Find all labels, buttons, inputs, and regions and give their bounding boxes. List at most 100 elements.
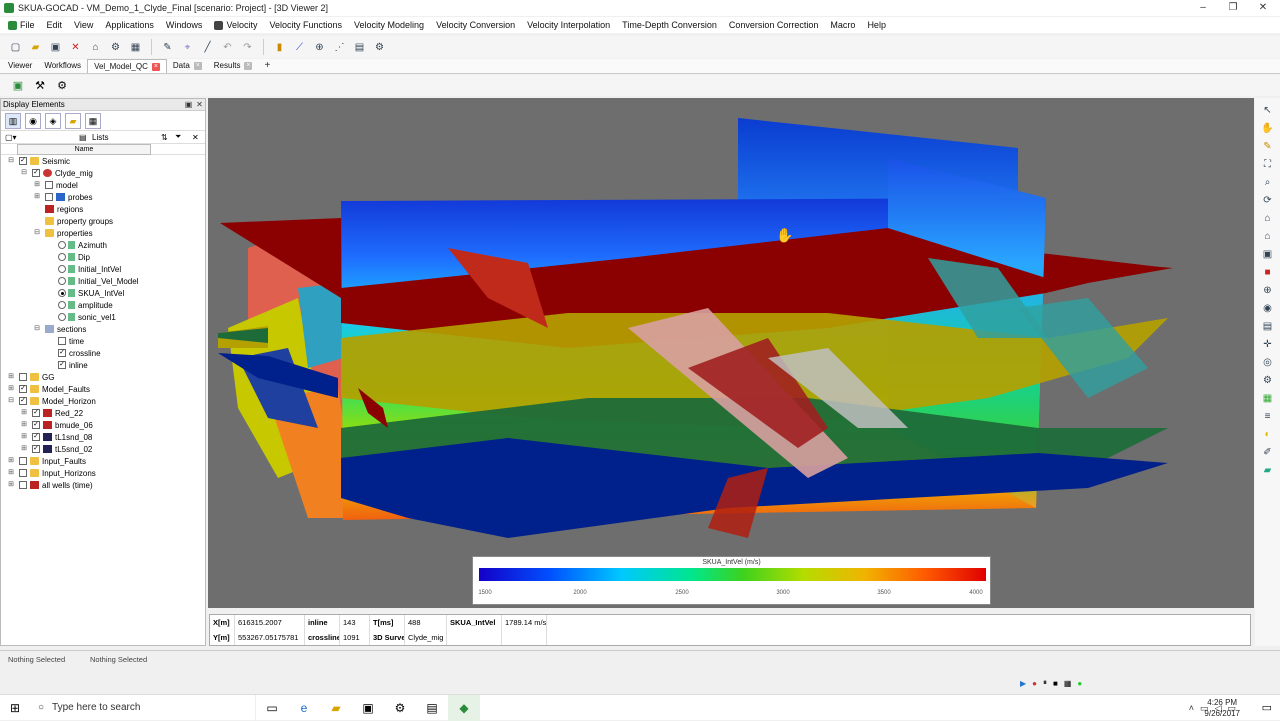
- menu-velocity-interpolation[interactable]: Velocity Interpolation: [521, 20, 616, 30]
- visibility-checkbox[interactable]: ✓: [58, 349, 66, 357]
- visibility-checkbox[interactable]: ✓: [58, 361, 66, 369]
- bucket-icon[interactable]: ▰: [1261, 464, 1275, 478]
- property-radio[interactable]: [58, 241, 66, 249]
- expand-toggle-icon[interactable]: ⊟: [33, 325, 41, 333]
- table-icon[interactable]: ▤: [352, 40, 367, 55]
- box-view-icon[interactable]: ▣: [1261, 248, 1275, 262]
- tree-item[interactable]: SKUA_IntVel: [46, 287, 124, 299]
- tree-item[interactable]: ⊟ ✓ Model_Horizon: [7, 395, 96, 407]
- tree-item[interactable]: ⊞ probes: [33, 191, 92, 203]
- tree-item[interactable]: ⊞ model: [33, 179, 78, 191]
- tree-item[interactable]: Azimuth: [46, 239, 107, 251]
- explorer-icon[interactable]: ▰: [320, 695, 352, 721]
- expand-toggle-icon[interactable]: ⊞: [33, 181, 41, 189]
- 3d-viewer[interactable]: ✋: [208, 98, 1254, 608]
- object-icon[interactable]: ◉: [25, 112, 41, 129]
- bar-chart-icon[interactable]: ▮: [272, 40, 287, 55]
- velocity-model-icon[interactable]: ⚙: [54, 78, 70, 94]
- top-view-icon[interactable]: ⌂: [1261, 230, 1275, 244]
- velocity-tool-icon[interactable]: ⚒: [32, 78, 48, 94]
- close-tab-icon[interactable]: ×: [244, 62, 253, 70]
- brush-icon[interactable]: ✐: [1261, 446, 1275, 460]
- home-view-icon[interactable]: ⌂: [1261, 212, 1275, 226]
- dropdown-icon[interactable]: ▢▾: [5, 133, 17, 142]
- expand-toggle-icon[interactable]: ⊟: [7, 157, 15, 165]
- compass-icon[interactable]: ⊕: [1261, 284, 1275, 298]
- tree-item[interactable]: ⊞ all wells (time): [7, 479, 93, 491]
- pick-icon[interactable]: ✎: [160, 40, 175, 55]
- expand-toggle-icon[interactable]: ⊞: [20, 421, 28, 429]
- tree-item[interactable]: Initial_IntVel: [46, 263, 121, 275]
- tree-item[interactable]: sonic_vel1: [46, 311, 116, 323]
- visibility-checkbox[interactable]: [45, 193, 53, 201]
- visibility-checkbox[interactable]: ✓: [32, 433, 40, 441]
- filter-view-icon[interactable]: ⚙: [1261, 374, 1275, 388]
- visibility-checkbox[interactable]: ✓: [19, 157, 27, 165]
- red-box-icon[interactable]: ■: [1261, 266, 1275, 280]
- tree-item[interactable]: ⊞ GG: [7, 371, 54, 383]
- expand-toggle-icon[interactable]: ⊞: [20, 433, 28, 441]
- name-column-header[interactable]: Name: [17, 144, 151, 155]
- tree-item[interactable]: Dip: [46, 251, 90, 263]
- line-chart-icon[interactable]: ⟋: [292, 40, 307, 55]
- start-button[interactable]: ⊞: [0, 701, 30, 715]
- ruler-icon[interactable]: ╱: [200, 40, 215, 55]
- property-radio[interactable]: [58, 253, 66, 261]
- expand-toggle-icon[interactable]: ⊟: [20, 169, 28, 177]
- menu-help[interactable]: Help: [861, 20, 892, 30]
- tree-item[interactable]: ⊟ sections: [33, 323, 86, 335]
- expand-toggle-icon[interactable]: ⊞: [7, 469, 15, 477]
- tree-item[interactable]: amplitude: [46, 299, 113, 311]
- menu-file[interactable]: File: [2, 20, 41, 30]
- menu-conversion-correction[interactable]: Conversion Correction: [723, 20, 825, 30]
- menu-velocity-functions[interactable]: Velocity Functions: [263, 20, 348, 30]
- property-radio[interactable]: [58, 289, 66, 297]
- close-tab-icon[interactable]: ×: [151, 62, 160, 71]
- app-icon-2[interactable]: ▤: [416, 695, 448, 721]
- pencil-icon[interactable]: ✎: [1261, 140, 1275, 154]
- tree-item[interactable]: ✓ crossline: [46, 347, 101, 359]
- seismic-3d-scene[interactable]: ✋: [208, 98, 1254, 608]
- edge-icon[interactable]: e: [288, 695, 320, 721]
- tree-item[interactable]: ⊞ ✓ Red_22: [20, 407, 83, 419]
- stop-icon[interactable]: ■: [1053, 679, 1058, 688]
- delete-icon[interactable]: ✕: [68, 40, 83, 55]
- property-radio[interactable]: [58, 301, 66, 309]
- document-icon[interactable]: ▤: [1261, 320, 1275, 334]
- colormap-icon[interactable]: ▦: [1261, 392, 1275, 406]
- record-icon[interactable]: ●: [1032, 679, 1037, 688]
- pointer-icon[interactable]: ↖: [1261, 104, 1275, 118]
- notification-icon[interactable]: ▭: [1262, 701, 1272, 714]
- tab-results[interactable]: Results ×: [208, 59, 259, 73]
- tree-item[interactable]: ⊞ ✓ Model_Faults: [7, 383, 90, 395]
- open-folder-icon[interactable]: ▰: [28, 40, 43, 55]
- folder-icon[interactable]: ▰: [65, 112, 81, 129]
- taskbar-search[interactable]: ○ Type here to search: [30, 694, 256, 721]
- tab-data[interactable]: Data ×: [167, 59, 208, 73]
- menu-macro[interactable]: Macro: [824, 20, 861, 30]
- tree-item[interactable]: ⊞ ✓ tL1snd_08: [20, 431, 92, 443]
- select-icon[interactable]: ⌖: [180, 40, 195, 55]
- visibility-checkbox[interactable]: [19, 457, 27, 465]
- visibility-checkbox[interactable]: ✓: [32, 421, 40, 429]
- close-tab-icon[interactable]: ×: [193, 62, 202, 70]
- add-tab-button[interactable]: +: [258, 59, 276, 73]
- gocad-taskbar-icon[interactable]: ◆: [448, 694, 480, 721]
- visibility-checkbox[interactable]: ✓: [19, 385, 27, 393]
- filter-icon[interactable]: ⏷: [175, 132, 181, 142]
- tree-item[interactable]: time: [46, 335, 84, 347]
- tree-item[interactable]: ⊞ ✓ bmude_06: [20, 419, 93, 431]
- zoom-icon[interactable]: ⌕: [1261, 176, 1275, 190]
- tree-item[interactable]: ✓ inline: [46, 359, 88, 371]
- close-window-button[interactable]: ✕: [1248, 0, 1278, 16]
- property-radio[interactable]: [58, 313, 66, 321]
- settings-small-icon[interactable]: ▦: [1064, 679, 1072, 688]
- expand-toggle-icon[interactable]: ⊞: [20, 445, 28, 453]
- property-radio[interactable]: [58, 265, 66, 273]
- expand-toggle-icon[interactable]: ⊞: [7, 385, 15, 393]
- cube-icon[interactable]: ◈: [45, 112, 61, 129]
- target-icon[interactable]: ◎: [1261, 356, 1275, 370]
- expand-toggle-icon[interactable]: ⊟: [33, 229, 41, 237]
- menu-edit[interactable]: Edit: [41, 20, 69, 30]
- menu-applications[interactable]: Applications: [99, 20, 160, 30]
